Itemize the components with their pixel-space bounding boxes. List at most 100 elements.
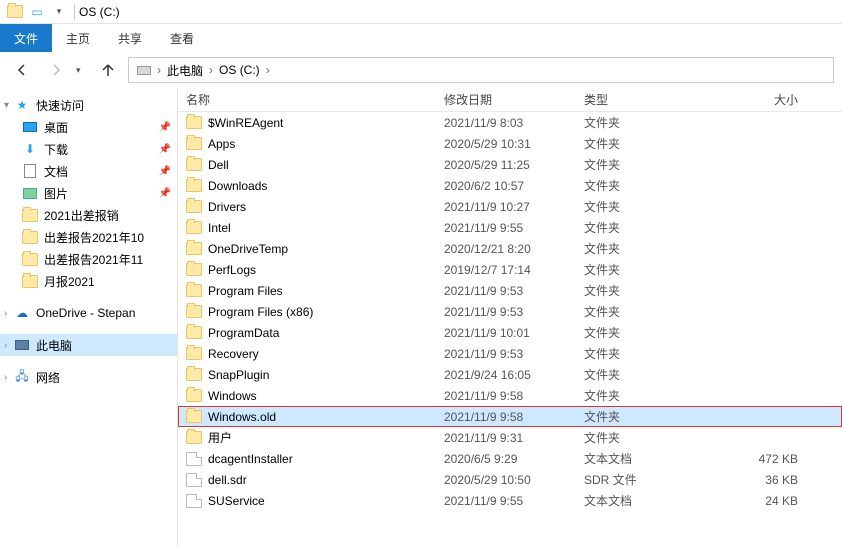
file-date: 2020/6/5 9:29: [444, 452, 584, 466]
file-name: Program Files: [208, 284, 283, 298]
window-title: OS (C:): [79, 5, 120, 19]
tab-home[interactable]: 主页: [52, 24, 104, 52]
file-type: 文件夹: [584, 345, 714, 362]
column-type[interactable]: 类型: [584, 91, 714, 108]
download-icon: ⬇: [22, 141, 38, 157]
folder-icon: [22, 229, 38, 245]
network-icon: 🖧: [14, 369, 30, 385]
file-date: 2021/11/9 9:55: [444, 221, 584, 235]
file-name: Downloads: [208, 179, 267, 193]
sidebar-item[interactable]: 出差报告2021年10: [0, 226, 177, 248]
list-item[interactable]: Program Files 2021/11/9 9:53文件夹: [178, 280, 842, 301]
chevron-right-icon[interactable]: ›: [4, 372, 7, 383]
file-name: SnapPlugin: [208, 368, 269, 382]
crumb-this-pc[interactable]: 此电脑: [163, 62, 207, 79]
column-headers: 名称 修改日期 类型 大小: [178, 88, 842, 112]
tab-share[interactable]: 共享: [104, 24, 156, 52]
sidebar-item-label: 2021出差报销: [44, 207, 119, 224]
address-bar[interactable]: › 此电脑 › OS (C:) ›: [128, 57, 834, 83]
forward-button[interactable]: [42, 56, 70, 84]
sidebar-network[interactable]: › 🖧 网络: [0, 366, 177, 388]
sidebar-onedrive[interactable]: › ☁ OneDrive - Stepan: [0, 302, 177, 324]
list-item[interactable]: 用户2021/11/9 9:31文件夹: [178, 427, 842, 448]
list-item[interactable]: Apps2020/5/29 10:31文件夹: [178, 133, 842, 154]
list-item[interactable]: SUService2021/11/9 9:55文本文档24 KB: [178, 490, 842, 511]
list-item[interactable]: Intel2021/11/9 9:55文件夹: [178, 217, 842, 238]
list-item[interactable]: Windows.old2021/11/9 9:58文件夹: [178, 406, 842, 427]
sidebar-item-label: 下载: [44, 141, 68, 158]
folder-icon: [186, 389, 202, 402]
navigation-pane: ▾ ★ 快速访问 桌面📌⬇下载📌文档📌图片📌2021出差报销出差报告2021年1…: [0, 88, 178, 547]
list-item[interactable]: Downloads2020/6/2 10:57文件夹: [178, 175, 842, 196]
back-button[interactable]: [8, 56, 36, 84]
file-type: 文件夹: [584, 240, 714, 257]
list-item[interactable]: ProgramData2021/11/9 10:01文件夹: [178, 322, 842, 343]
list-item[interactable]: SnapPlugin2021/9/24 16:05文件夹: [178, 364, 842, 385]
star-icon: ★: [14, 97, 30, 113]
chevron-right-icon[interactable]: ›: [209, 63, 213, 77]
list-item[interactable]: Program Files (x86)2021/11/9 9:53文件夹: [178, 301, 842, 322]
folder-icon: [186, 431, 202, 444]
list-item[interactable]: Windows2021/11/9 9:58文件夹: [178, 385, 842, 406]
list-item[interactable]: $WinREAgent2021/11/9 8:03文件夹: [178, 112, 842, 133]
folder-icon: [186, 221, 202, 234]
sidebar-quick-access[interactable]: ▾ ★ 快速访问: [0, 94, 177, 116]
file-date: 2020/6/2 10:57: [444, 179, 584, 193]
file-type: 文件夹: [584, 114, 714, 131]
file-name: Drivers: [208, 200, 246, 214]
list-item[interactable]: OneDriveTemp2020/12/21 8:20文件夹: [178, 238, 842, 259]
folder-icon: [186, 284, 202, 297]
pin-icon: 📌: [159, 122, 171, 133]
file-list-pane: 名称 修改日期 类型 大小 $WinREAgent2021/11/9 8:03文…: [178, 88, 842, 547]
file-type: 文件夹: [584, 429, 714, 446]
chevron-right-icon[interactable]: ›: [4, 308, 7, 319]
sidebar-item[interactable]: 月报2021: [0, 270, 177, 292]
sidebar-item-label: 桌面: [44, 119, 68, 136]
list-item[interactable]: Drivers2021/11/9 10:27文件夹: [178, 196, 842, 217]
folder-icon: [22, 251, 38, 267]
list-item[interactable]: Recovery2021/11/9 9:53文件夹: [178, 343, 842, 364]
tab-view[interactable]: 查看: [156, 24, 208, 52]
sidebar-item[interactable]: 图片📌: [0, 182, 177, 204]
crumb-drive[interactable]: OS (C:): [215, 63, 264, 77]
column-date[interactable]: 修改日期: [444, 91, 584, 108]
file-name: $WinREAgent: [208, 116, 283, 130]
list-item[interactable]: Dell2020/5/29 11:25文件夹: [178, 154, 842, 175]
pin-icon: 📌: [159, 188, 171, 199]
qat-dropdown-icon[interactable]: ▾: [51, 4, 67, 20]
file-name: Recovery: [208, 347, 259, 361]
file-list[interactable]: $WinREAgent2021/11/9 8:03文件夹Apps2020/5/2…: [178, 112, 842, 547]
sidebar-item[interactable]: ⬇下载📌: [0, 138, 177, 160]
folder-icon: [186, 179, 202, 192]
sidebar-item[interactable]: 文档📌: [0, 160, 177, 182]
chevron-right-icon[interactable]: ›: [266, 63, 270, 77]
sidebar-item-label: 出差报告2021年11: [44, 251, 143, 268]
chevron-right-icon[interactable]: ›: [157, 63, 161, 77]
up-button[interactable]: [94, 56, 122, 84]
folder-icon: [186, 263, 202, 276]
properties-icon[interactable]: ▭: [29, 4, 45, 20]
file-name: Program Files (x86): [208, 305, 313, 319]
file-type: 文件夹: [584, 282, 714, 299]
column-size[interactable]: 大小: [714, 91, 814, 108]
file-size: 36 KB: [714, 473, 814, 487]
list-item[interactable]: dcagentInstaller2020/6/5 9:29文本文档472 KB: [178, 448, 842, 469]
pin-icon: 📌: [159, 166, 171, 177]
chevron-down-icon[interactable]: ▾: [4, 100, 9, 111]
file-name: 用户: [208, 429, 232, 446]
sidebar-item[interactable]: 桌面 📌: [0, 116, 177, 138]
column-name[interactable]: 名称: [186, 91, 444, 108]
list-item[interactable]: dell.sdr2020/5/29 10:50SDR 文件36 KB: [178, 469, 842, 490]
file-type: 文件夹: [584, 408, 714, 425]
file-date: 2021/11/9 10:27: [444, 200, 584, 214]
chevron-right-icon[interactable]: ›: [4, 340, 7, 351]
history-dropdown-icon[interactable]: ▾: [76, 65, 88, 76]
list-item[interactable]: PerfLogs2019/12/7 17:14文件夹: [178, 259, 842, 280]
file-date: 2021/11/9 9:53: [444, 284, 584, 298]
tab-file[interactable]: 文件: [0, 24, 52, 52]
file-name: Dell: [208, 158, 229, 172]
sidebar-item[interactable]: 出差报告2021年11: [0, 248, 177, 270]
sidebar-item[interactable]: 2021出差报销: [0, 204, 177, 226]
sidebar-this-pc[interactable]: › 此电脑: [0, 334, 177, 356]
folder-icon: [186, 242, 202, 255]
